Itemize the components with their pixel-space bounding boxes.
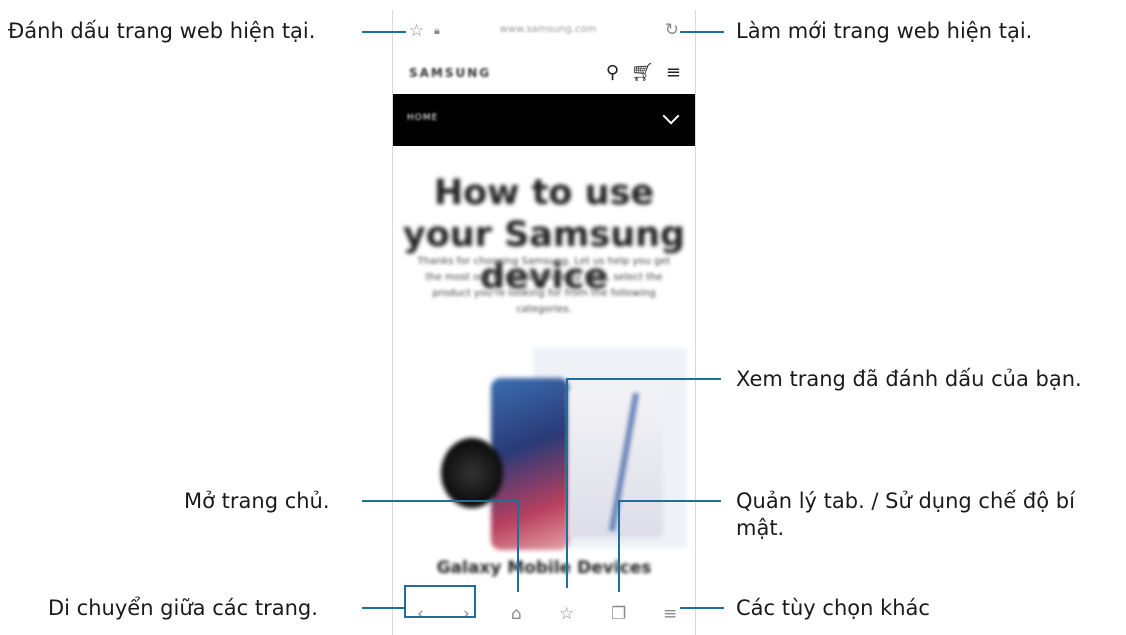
- home-icon[interactable]: ⌂: [511, 604, 522, 624]
- site-logo[interactable]: SAMSUNG: [409, 66, 491, 80]
- callout-more: Các tùy chọn khác: [736, 596, 930, 620]
- menu-icon[interactable]: ≡: [666, 62, 681, 83]
- callout-line-more: [680, 607, 724, 609]
- callout-view-bookmarks: Xem trang đã đánh dấu của bạn.: [736, 367, 1082, 391]
- watch-image: [441, 438, 503, 508]
- callout-tabs-line1: Quản lý tab. / Sử dụng chế độ bí: [736, 489, 1075, 513]
- site-header: SAMSUNG ⚲ 🛒︎ ≡: [393, 54, 695, 94]
- smartphone-image: [491, 378, 569, 550]
- bookmark-star-icon[interactable]: ☆: [409, 21, 424, 41]
- callout-line-navigate: [362, 607, 406, 609]
- callout-line-bookmark: [362, 31, 406, 33]
- url-bar[interactable]: ☆ 🔒︎ www.samsung.com ↻: [393, 10, 695, 54]
- callout-refresh: Làm mới trang web hiện tại.: [736, 19, 1033, 43]
- site-nav-bar[interactable]: HOME: [393, 94, 695, 146]
- phone-screen: ☆ 🔒︎ www.samsung.com ↻ SAMSUNG ⚲ 🛒︎ ≡ HO…: [392, 10, 696, 635]
- callout-line-home-v: [517, 500, 519, 592]
- more-options-icon[interactable]: ≡: [663, 604, 677, 624]
- callout-line-tabs-h: [618, 500, 721, 502]
- url-text[interactable]: www.samsung.com: [483, 24, 613, 35]
- cart-icon[interactable]: 🛒︎: [631, 62, 654, 83]
- callout-home: Mở trang chủ.: [184, 489, 330, 513]
- bookmarks-icon[interactable]: ☆: [559, 604, 574, 624]
- callout-tabs-line2: mật.: [736, 516, 785, 540]
- callout-line-home-h: [362, 500, 519, 502]
- navigation-highlight-box: [404, 585, 476, 618]
- nav-label: HOME: [407, 113, 439, 123]
- callout-line-tabs-v: [618, 500, 620, 592]
- hero-subtitle: Thanks for choosing Samsung. Let us help…: [417, 256, 671, 315]
- reload-icon[interactable]: ↻: [665, 20, 679, 40]
- callout-line-bookmarks-v: [566, 378, 568, 588]
- section-title: Galaxy Mobile Devices: [436, 558, 652, 578]
- chevron-down-icon[interactable]: [662, 107, 680, 125]
- callout-bookmark-current: Đánh dấu trang web hiện tại.: [8, 19, 316, 43]
- site-header-icons: ⚲ 🛒︎ ≡: [606, 62, 681, 83]
- callout-line-bookmarks-h: [566, 378, 721, 380]
- lock-icon: 🔒︎: [434, 24, 440, 37]
- callout-line-refresh: [680, 31, 724, 33]
- tabs-icon[interactable]: ❐: [611, 604, 626, 624]
- search-icon[interactable]: ⚲: [606, 62, 619, 83]
- callout-navigate: Di chuyển giữa các trang.: [48, 596, 318, 620]
